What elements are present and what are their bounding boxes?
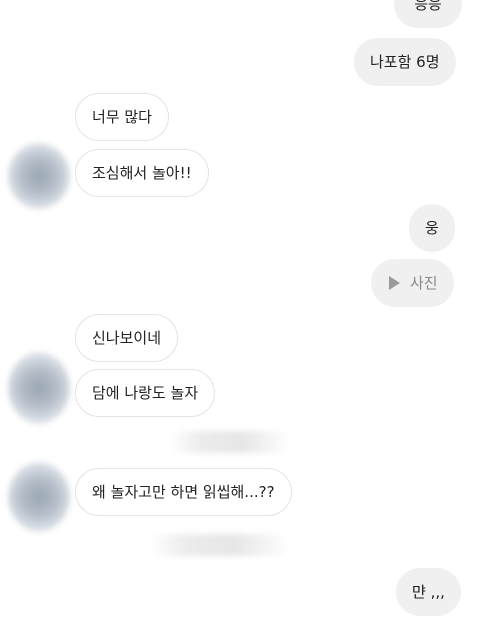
outgoing-message[interactable]: 웅 bbox=[409, 204, 455, 252]
sender-avatar[interactable] bbox=[8, 352, 70, 424]
incoming-message[interactable]: 조심해서 놀아!! bbox=[75, 149, 209, 197]
outgoing-message[interactable]: 나포함 6명 bbox=[354, 38, 456, 86]
incoming-message[interactable]: 너무 많다 bbox=[75, 93, 169, 141]
outgoing-message[interactable]: 먄 ,,, bbox=[396, 568, 461, 616]
photo-label: 사진 bbox=[410, 274, 438, 292]
outgoing-message[interactable]: 응응 bbox=[394, 0, 462, 28]
chat-thread: 응응 나포함 6명 너무 많다 조심해서 놀아!! 웅 사진 신나보이네 담에 … bbox=[0, 0, 480, 617]
photo-message[interactable]: 사진 bbox=[371, 259, 454, 307]
incoming-message[interactable]: 신나보이네 bbox=[75, 314, 179, 362]
sender-avatar[interactable] bbox=[8, 143, 70, 209]
incoming-message[interactable]: 담에 나랑도 놀자 bbox=[75, 369, 216, 417]
play-icon bbox=[389, 276, 400, 290]
blurred-sender-name bbox=[170, 431, 290, 453]
incoming-message[interactable]: 왜 놀자고만 하면 읽씹해...?? bbox=[75, 468, 292, 516]
sender-avatar[interactable] bbox=[8, 462, 70, 532]
blurred-sender-name bbox=[150, 534, 290, 556]
